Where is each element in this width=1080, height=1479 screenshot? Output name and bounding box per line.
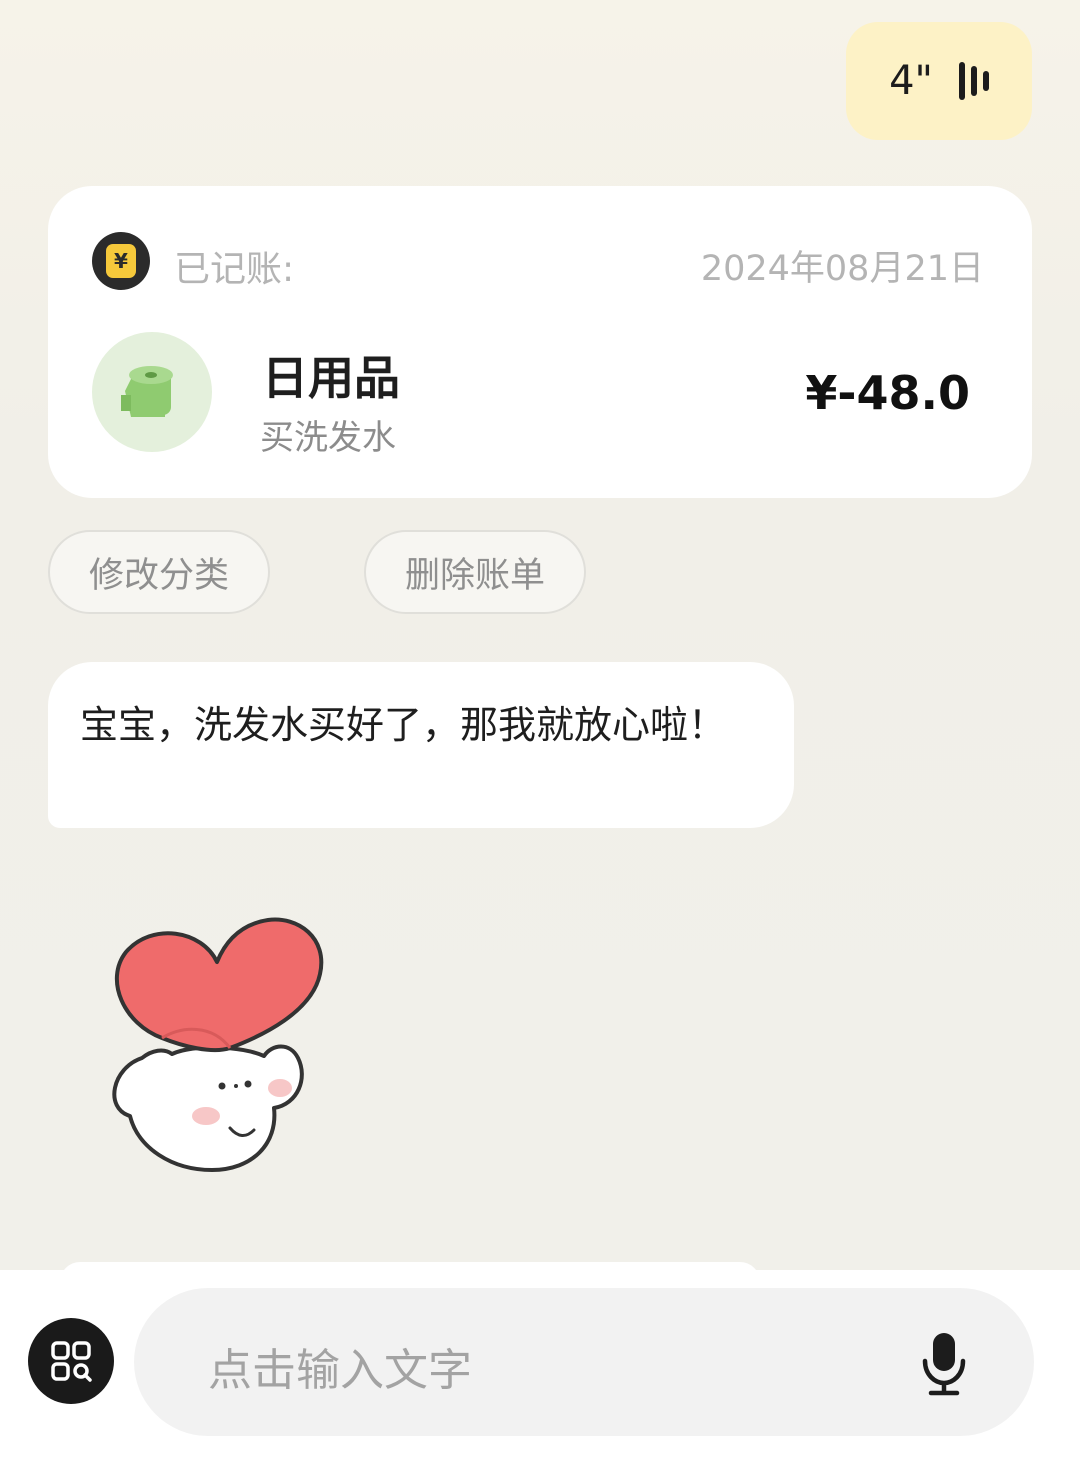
microphone-icon[interactable] xyxy=(914,1328,974,1398)
voice-message-bubble[interactable]: 4" xyxy=(846,22,1032,140)
reply-message-text: 宝宝，洗发水买好了，那我就放心啦！ xyxy=(80,703,727,747)
input-placeholder: 点击输入文字 xyxy=(208,1345,472,1396)
reply-message-bubble: 宝宝，洗发水买好了，那我就放心啦！ xyxy=(48,662,794,828)
record-label: 已记账: xyxy=(174,249,295,290)
edit-category-button[interactable]: 修改分类 xyxy=(48,530,270,614)
voice-duration: 4" xyxy=(889,58,933,104)
category-name: 日用品 xyxy=(262,351,400,405)
heart-bunny-sticker xyxy=(102,908,332,1184)
grid-menu-icon[interactable] xyxy=(28,1318,114,1404)
category-note: 买洗发水 xyxy=(260,418,396,458)
record-card[interactable]: ¥ 已记账: 2024年08月21日 日用品 买洗发水 ¥-48.0 xyxy=(48,186,1032,498)
delete-bill-button[interactable]: 删除账单 xyxy=(364,530,586,614)
yen-symbol: ¥ xyxy=(106,244,136,278)
bottom-input-bar: 点击输入文字 xyxy=(0,1270,1080,1479)
toilet-paper-icon xyxy=(92,332,212,452)
voice-wave-icon xyxy=(958,62,989,100)
record-date: 2024年08月21日 xyxy=(700,249,984,289)
yen-coin-icon: ¥ xyxy=(92,232,150,290)
text-input[interactable]: 点击输入文字 xyxy=(134,1288,1034,1436)
amount: ¥-48.0 xyxy=(805,366,970,420)
